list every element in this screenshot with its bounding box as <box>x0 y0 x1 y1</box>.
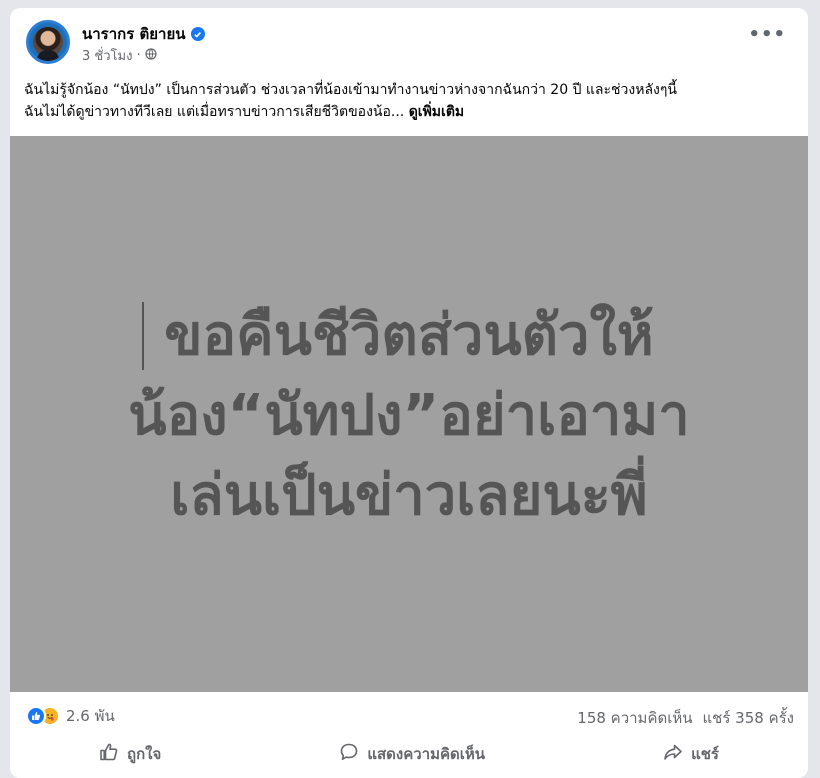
share-button[interactable]: แชร์ <box>623 738 759 770</box>
post-text-line-2-body: ฉันไม่ได้ดูข่าวทางทีวีเลย แต่เมื่อทราบข่… <box>24 104 405 120</box>
globe-icon <box>144 47 157 64</box>
more-options-icon[interactable]: ••• <box>748 26 786 44</box>
reaction-summary[interactable]: 2.6 พัน <box>26 704 115 728</box>
post-header: นารากร ติยายน 3 ชั่วโมง · ••• <box>10 8 808 70</box>
reaction-count: 2.6 พัน <box>66 707 115 725</box>
action-bar: ถูกใจ แสดงความคิดเห็น แชร์ <box>10 736 808 772</box>
post-text-line-1: ฉันไม่รู้จักน้อง “นัทปง” เป็นการส่วนตัว … <box>24 82 677 98</box>
share-arrow-icon <box>663 742 683 766</box>
verified-badge-icon <box>190 27 205 41</box>
image-caption-line-2: น้อง“นัทปง”อย่าเอามา <box>128 383 690 448</box>
engagement-stats: 158 ความคิดเห็น แชร์ 358 ครั้ง <box>577 706 794 730</box>
post-text-line-2: ฉันไม่ได้ดูข่าวทางทีวีเลย แต่เมื่อทราบข่… <box>24 101 802 123</box>
image-caption-line-3: เล่นเป็นข่าวเลยนะพี่ <box>170 463 648 528</box>
see-more-link[interactable]: ดูเพิ่มเติม <box>409 104 464 120</box>
meta-separator: · <box>136 48 141 63</box>
comment-button-label: แสดงความคิดเห็น <box>367 745 486 763</box>
avatar-body <box>37 50 59 61</box>
post-meta: 3 ชั่วโมง · <box>82 45 157 66</box>
image-caption-line-1: ขอคืนชีวิตส่วนตัวให้ <box>164 303 654 368</box>
like-button-label: ถูกใจ <box>127 745 162 763</box>
post-card: นารากร ติยายน 3 ชั่วโมง · ••• ฉันไม่รู้จ… <box>10 8 808 778</box>
comment-bubble-icon <box>339 742 359 766</box>
thumbs-up-icon <box>99 742 119 766</box>
post-text: ฉันไม่รู้จักน้อง “นัทปง” เป็นการส่วนตัว … <box>24 79 802 123</box>
post-time[interactable]: 3 ชั่วโมง <box>82 45 132 66</box>
avatar[interactable] <box>26 20 70 64</box>
author-name[interactable]: นารากร ติยายน <box>82 22 186 46</box>
comment-button[interactable]: แสดงความคิดเห็น <box>299 738 525 770</box>
like-reaction-icon <box>26 706 46 726</box>
author-row: นารากร ติยายน <box>82 22 205 46</box>
post-image[interactable]: ขอคืนชีวิตส่วนตัวให้ น้อง“นัทปง”อย่าเอาม… <box>10 136 808 692</box>
comment-count[interactable]: 158 ความคิดเห็น <box>577 706 692 730</box>
like-button[interactable]: ถูกใจ <box>59 738 201 770</box>
share-count[interactable]: แชร์ 358 ครั้ง <box>703 706 795 730</box>
post-stats: 2.6 พัน 158 ความคิดเห็น แชร์ 358 ครั้ง <box>10 700 808 730</box>
share-button-label: แชร์ <box>691 745 719 763</box>
image-caption: ขอคืนชีวิตส่วนตัวให้ น้อง“นัทปง”อย่าเอาม… <box>10 296 808 536</box>
